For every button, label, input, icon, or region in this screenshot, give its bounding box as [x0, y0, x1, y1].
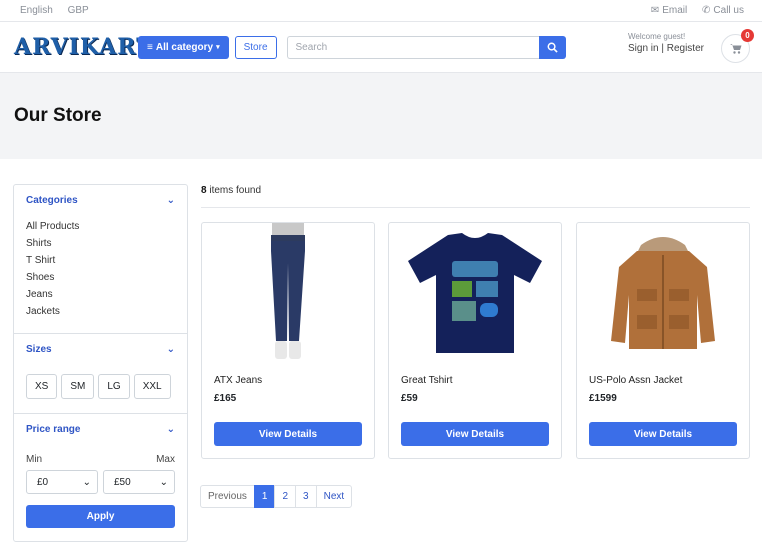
search-input[interactable] — [286, 35, 539, 59]
product-image-jacket[interactable] — [577, 223, 749, 363]
view-details-button[interactable]: View Details — [214, 422, 362, 446]
min-label: Min — [26, 454, 43, 465]
language-selector[interactable]: English — [20, 5, 53, 16]
min-price-select[interactable]: £0 ⌄ — [26, 470, 98, 494]
currency-selector[interactable]: GBP — [68, 5, 89, 16]
size-sm-button[interactable]: SM — [61, 374, 95, 399]
apply-button[interactable]: Apply — [26, 505, 175, 528]
product-card[interactable]: ATX Jeans £165 View Details — [201, 222, 375, 459]
price-header[interactable]: Price range ⌄ — [26, 414, 175, 444]
top-bar: English GBP ✉ Email ✆ Call us — [0, 0, 762, 22]
register-link[interactable]: Register — [667, 43, 704, 54]
logo[interactable]: ARVIKART — [14, 34, 153, 60]
categories-section: Categories ⌄ All Products Shirts T Shirt… — [14, 185, 187, 334]
product-price: £59 — [401, 393, 418, 404]
sizes-header[interactable]: Sizes ⌄ — [26, 334, 175, 364]
page-hero: Our Store — [0, 73, 762, 159]
divider — [201, 207, 750, 208]
sign-in-link[interactable]: Sign in — [628, 43, 659, 54]
welcome-text: Welcome guest! — [628, 32, 686, 41]
phone-icon: ✆ — [702, 5, 711, 16]
category-shoes[interactable]: Shoes — [26, 272, 175, 289]
filter-sidebar: Categories ⌄ All Products Shirts T Shirt… — [13, 184, 188, 542]
max-label: Max — [156, 454, 175, 465]
category-shirts[interactable]: Shirts — [26, 238, 175, 255]
size-lg-button[interactable]: LG — [98, 374, 130, 399]
category-t-shirt[interactable]: T Shirt — [26, 255, 175, 272]
chevron-down-icon: ⌄ — [159, 476, 168, 488]
caret-down-icon: ▾ — [216, 44, 220, 51]
product-name[interactable]: US-Polo Assn Jacket — [577, 375, 749, 386]
product-card[interactable]: US-Polo Assn Jacket £1599 View Details — [576, 222, 750, 459]
header: ARVIKART ≡ All category ▾ Store Welcome … — [0, 22, 762, 73]
pagination: Previous 1 2 3 Next — [200, 485, 353, 508]
product-name[interactable]: ATX Jeans — [202, 375, 374, 386]
chevron-down-icon: ⌄ — [82, 476, 91, 488]
max-price-select[interactable]: £50 ⌄ — [103, 470, 175, 494]
product-name[interactable]: Great Tshirt — [389, 375, 561, 386]
search-bar — [286, 35, 566, 59]
sizes-section: Sizes ⌄ XS SM LG XXL — [14, 334, 187, 414]
size-xs-button[interactable]: XS — [26, 374, 58, 399]
search-button[interactable] — [538, 35, 566, 59]
product-price: £165 — [214, 393, 237, 404]
category-jackets[interactable]: Jackets — [26, 306, 175, 323]
page-1-button[interactable]: 1 — [253, 485, 276, 508]
chevron-down-icon: ⌄ — [166, 343, 175, 355]
page-3-button[interactable]: 3 — [295, 485, 317, 508]
envelope-icon: ✉ — [650, 5, 660, 16]
search-icon — [547, 42, 558, 53]
page-2-button[interactable]: 2 — [274, 485, 297, 508]
all-category-button[interactable]: ≡ All category ▾ — [138, 35, 229, 59]
chevron-down-icon: ⌄ — [166, 423, 175, 435]
cart-button[interactable]: 0 — [721, 29, 754, 63]
price-section: Price range ⌄ Min Max £0 ⌄ £50 ⌄ Apply — [14, 414, 187, 541]
size-xxl-button[interactable]: XXL — [133, 374, 171, 399]
category-jeans[interactable]: Jeans — [26, 289, 175, 306]
call-link[interactable]: ✆ Call us — [702, 5, 744, 16]
product-price: £1599 — [589, 393, 617, 404]
categories-header[interactable]: Categories ⌄ — [26, 185, 175, 215]
menu-icon: ≡ — [147, 41, 153, 53]
previous-page-button[interactable]: Previous — [200, 485, 255, 508]
view-details-button[interactable]: View Details — [401, 422, 549, 446]
category-all-products[interactable]: All Products — [26, 221, 175, 238]
results-count: 8 items found — [201, 185, 262, 196]
next-page-button[interactable]: Next — [315, 485, 353, 508]
account-box: Welcome guest! Sign in | Register — [628, 32, 704, 54]
product-card[interactable]: Great Tshirt £59 View Details — [388, 222, 562, 459]
cart-count-badge: 0 — [741, 29, 754, 42]
email-link[interactable]: ✉ Email — [651, 5, 687, 16]
page-title: Our Store — [14, 105, 102, 126]
chevron-down-icon: ⌄ — [166, 194, 175, 206]
product-image-tshirt[interactable] — [389, 223, 561, 363]
store-button[interactable]: Store — [234, 35, 277, 59]
product-image-jeans[interactable] — [202, 223, 374, 363]
view-details-button[interactable]: View Details — [589, 422, 737, 446]
cart-icon — [729, 44, 741, 54]
